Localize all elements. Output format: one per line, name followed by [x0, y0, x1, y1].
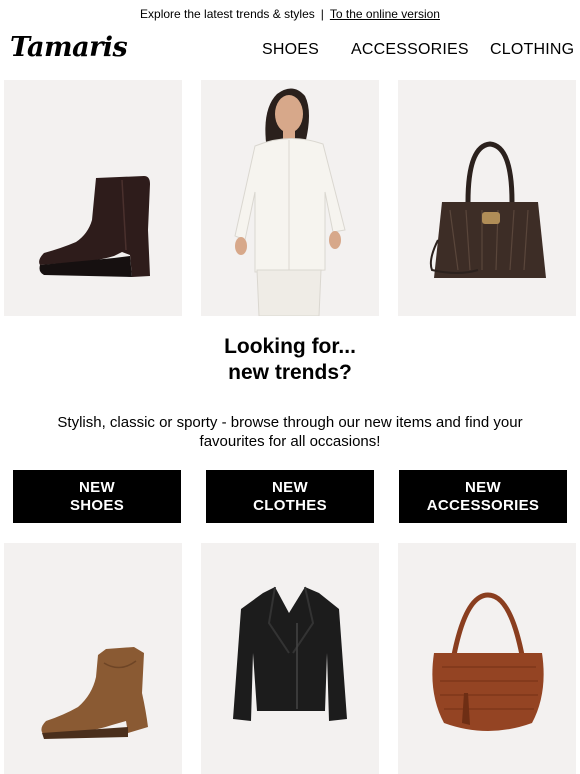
preheader: Explore the latest trends & styles | To th…	[0, 6, 580, 22]
new-clothes-button[interactable]: NEW CLOTHES	[206, 470, 374, 523]
new-accessories-button[interactable]: NEW ACCESSORIES	[399, 470, 567, 523]
suede-western-boot-image-icon	[41, 647, 148, 739]
headline-line-1: Looking for...	[224, 335, 356, 358]
product-tile-woven-bag[interactable]	[398, 543, 576, 774]
intro-text: Stylish, classic or sporty - browse thro…	[57, 414, 523, 450]
preheader-text: Explore the latest trends & styles	[140, 7, 315, 21]
product-tile-handbag[interactable]	[398, 80, 576, 316]
new-clothes-button-line-1: NEW	[272, 478, 308, 496]
new-accessories-button-line-2: ACCESSORIES	[426, 496, 540, 514]
new-shoes-button-line-1: NEW	[79, 478, 115, 496]
white-blouse-model-image-icon	[234, 88, 346, 316]
leather-jacket-image-icon	[233, 586, 347, 721]
brand-logo[interactable]: Tamaris	[10, 33, 128, 63]
nav-item-accessories[interactable]: ACCESSORIES	[351, 41, 469, 59]
product-tile-white-blouse[interactable]	[201, 80, 379, 316]
new-clothes-button-line-2: CLOTHES	[253, 496, 327, 514]
product-tile-suede-boot[interactable]	[4, 543, 182, 774]
new-shoes-button[interactable]: NEW SHOES	[13, 470, 181, 523]
ankle-boot-image-icon	[39, 176, 150, 277]
monogram-handbag-image-icon	[429, 141, 546, 278]
product-tile-ankle-boot[interactable]	[4, 80, 182, 316]
nav-item-clothing[interactable]: CLOTHING	[490, 41, 574, 59]
product-tile-leather-jacket[interactable]	[201, 543, 379, 774]
woven-shoulder-bag-image-icon	[432, 592, 544, 731]
new-shoes-button-line-2: SHOES	[69, 496, 124, 514]
nav-item-shoes[interactable]: SHOES	[262, 41, 319, 59]
preheader-separator: |	[320, 7, 324, 21]
online-version-link[interactable]: To the online version	[330, 7, 440, 21]
headline: Looking for... new trends?	[0, 334, 580, 386]
headline-line-2: new trends?	[228, 361, 352, 384]
new-accessories-button-line-1: NEW	[465, 478, 501, 496]
